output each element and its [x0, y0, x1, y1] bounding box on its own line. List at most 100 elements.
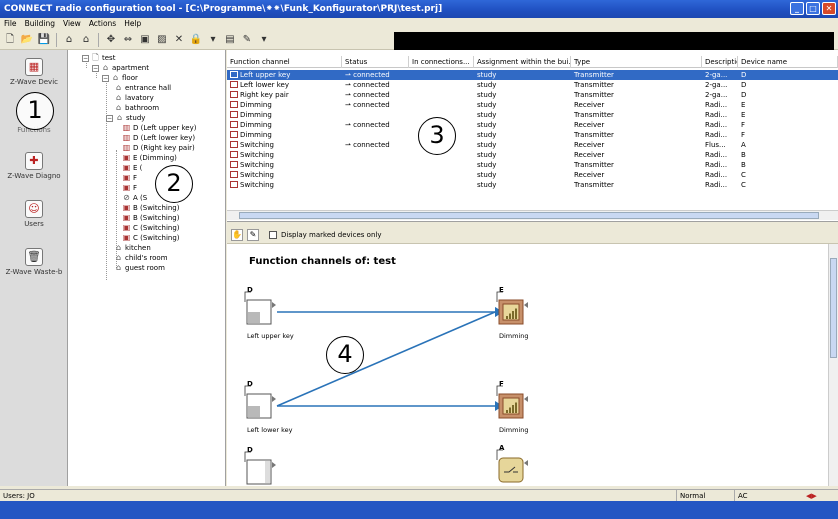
report-icon[interactable]: ▤ [223, 33, 237, 47]
save-icon[interactable]: 💾 [37, 33, 51, 47]
collapse-icon[interactable]: − [82, 54, 89, 62]
table-row[interactable]: Switching ⇀ connected study Receiver Flus...… [227, 140, 838, 150]
tree-node-room[interactable]: ⌂ entrance hall [114, 83, 171, 93]
column-header[interactable]: In connections... [409, 56, 474, 68]
connected-icon: ⇀ [345, 71, 354, 79]
tree-node-room[interactable]: ⌂ guest room [114, 263, 165, 273]
column-header[interactable]: Device name [738, 56, 838, 68]
scroll-thumb[interactable] [239, 212, 819, 219]
dropdown-icon[interactable]: ▾ [257, 33, 271, 47]
key-side-area [265, 461, 270, 483]
table-row[interactable]: Dimming ⇀ connected study Receiver Radi... F [227, 120, 838, 130]
tree-node-device[interactable]: ▣ C (Switching) [122, 223, 180, 233]
table-row[interactable]: Left upper key ⇀ connected study Transmitte… [227, 70, 838, 80]
tree-node-study[interactable]: − ⌂ study [106, 113, 145, 123]
close-button[interactable]: ✕ [822, 2, 836, 15]
dropdown-icon[interactable]: ▾ [206, 33, 220, 47]
delete-icon[interactable]: ✕ [172, 33, 186, 47]
table-cell: Transmitter [574, 111, 614, 119]
tree-node-device[interactable]: ▣ B (Switching) [122, 213, 180, 223]
column-header[interactable]: Description [702, 56, 738, 68]
minimize-button[interactable]: _ [790, 2, 804, 15]
tree-node-device[interactable]: ▣ E (Dimming) [122, 153, 177, 163]
tree-node-device[interactable]: ▣ F [122, 183, 137, 193]
switch-icon: ▣ [122, 223, 131, 232]
nav-z-wave-devices[interactable]: ▦ Z-Wave Devic [0, 58, 68, 86]
pen-tool-icon[interactable]: ✎ [247, 228, 259, 241]
nav-users[interactable]: ☺ Users [0, 200, 68, 228]
tree-node-floor[interactable]: − ⌂ floor [102, 73, 138, 83]
table-cell: E [741, 101, 746, 109]
tree-node-room[interactable]: ⌂ kitchen [114, 243, 151, 253]
building-icon: ⌂ [102, 63, 109, 72]
column-header[interactable]: Status [342, 56, 409, 68]
collapse-icon[interactable]: − [92, 64, 99, 72]
tree-node-device[interactable]: ▣ E ( [122, 163, 143, 173]
maximize-button[interactable]: □ [806, 2, 820, 15]
tree-node-device[interactable]: ▥ D (Left lower key) [122, 133, 195, 143]
vertical-scrollbar[interactable] [828, 244, 838, 486]
connect-icon[interactable]: ⇔ [121, 33, 135, 47]
table-cell: Dimming [227, 110, 342, 120]
table-row[interactable]: Left lower key ⇀ connected study Transmitte… [227, 80, 838, 90]
nav-z-wave-diagnostics[interactable]: ✚ Z-Wave Diagno [0, 152, 68, 180]
dimmer-bar [506, 410, 508, 413]
tree-node-device[interactable]: ▣ C (Switching) [122, 233, 180, 243]
tree-node-device[interactable]: ▥ D (Right key pair) [122, 143, 195, 153]
collapse-icon[interactable]: − [102, 74, 109, 82]
tree-node-device[interactable]: ▥ D (Left upper key) [122, 123, 197, 133]
open-folder-icon[interactable]: 📂 [20, 33, 34, 47]
collapse-icon[interactable]: − [106, 114, 113, 122]
device-add-icon[interactable]: ▣ [138, 33, 152, 47]
display-marked-checkbox[interactable] [269, 230, 277, 239]
menu-view[interactable]: View [63, 18, 81, 30]
table-cell: Radi... [705, 171, 728, 179]
table-row[interactable]: Switching study Transmitter Radi... B [227, 160, 838, 170]
menu-actions[interactable]: Actions [89, 18, 116, 30]
cell-text: Dimming [240, 111, 272, 119]
tree-node-device[interactable]: ⊘ A (S [122, 193, 147, 203]
move-icon[interactable]: ✥ [104, 33, 118, 47]
column-header[interactable]: Type [571, 56, 702, 68]
new-file-icon[interactable]: 🗋 [3, 33, 17, 47]
tree-node-room[interactable]: ⌂ bathroom [114, 103, 159, 113]
tree-node-room[interactable]: ⌂ lavatory [114, 93, 154, 103]
lock-icon[interactable]: 🔒 [189, 33, 203, 47]
column-header[interactable]: Assignment within the bui... [474, 56, 571, 68]
table-row[interactable]: Switching study Transmitter Radi... C [227, 180, 838, 190]
horizontal-scrollbar[interactable] [227, 210, 838, 220]
channel-icon [230, 181, 238, 188]
scroll-thumb[interactable] [830, 258, 837, 358]
nav-z-wave-waste-bin[interactable]: 🗑 Z-Wave Waste-b [0, 248, 68, 276]
tree-node-building[interactable]: − ⌂ apartment [92, 63, 149, 73]
table-row[interactable]: Dimming study Transmitter Radi... E [227, 110, 838, 120]
node-device-letter: F [499, 380, 504, 388]
table-row[interactable]: Switching study Receiver Radi... B [227, 150, 838, 160]
tree-node-device[interactable]: ▣ F [122, 173, 137, 183]
column-header[interactable]: Function channel [227, 56, 342, 68]
device-edit-icon[interactable]: ▨ [155, 33, 169, 47]
menu-help[interactable]: Help [124, 18, 141, 30]
menu-file[interactable]: File [4, 18, 17, 30]
annotation-marker: 4 [326, 336, 364, 374]
window-title-bar: CONNECT radio configuration tool - [C:\P… [0, 0, 838, 18]
hand-tool-icon[interactable]: ✋ [231, 228, 243, 241]
tree-node-device[interactable]: ▣ B (Switching) [122, 203, 180, 213]
table-row[interactable]: Dimming study Transmitter Radi... F [227, 130, 838, 140]
tools-icon[interactable]: ✎ [240, 33, 254, 47]
table-row[interactable]: Switching study Receiver Radi... C [227, 170, 838, 180]
table-cell: C [741, 181, 746, 189]
tree-label: C (Switching) [133, 223, 180, 232]
table-row[interactable]: Right key pair ⇀ connected study Transmitte… [227, 90, 838, 100]
tree-node-project[interactable]: − 🗋 test [82, 53, 115, 63]
building-icon[interactable]: ⌂ [62, 33, 76, 47]
tree-label: floor [122, 73, 138, 82]
tree-node-room[interactable]: ⌂ child's room [114, 253, 168, 263]
table-cell: Receiver [574, 151, 605, 159]
table-row[interactable]: Dimming ⇀ connected study Receiver Radi... E [227, 100, 838, 110]
table-cell: ⇀ connected [342, 140, 409, 150]
dimmer-bar [512, 405, 514, 413]
menu-building[interactable]: Building [25, 18, 55, 30]
room-icon[interactable]: ⌂ [79, 33, 93, 47]
table-cell: 2-ga... [705, 91, 728, 99]
